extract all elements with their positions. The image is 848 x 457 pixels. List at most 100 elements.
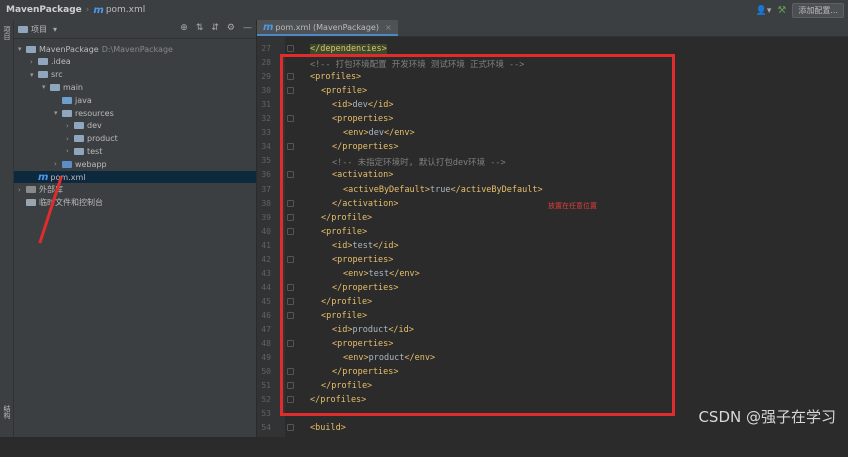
- folder-icon: [74, 135, 84, 143]
- tree-item-label: main: [63, 82, 83, 92]
- left-tool-strip: 项目 结构: [0, 20, 14, 437]
- line-number: 41: [261, 240, 271, 250]
- project-view-icon: [18, 25, 28, 33]
- chevron-icon[interactable]: ›: [30, 58, 38, 66]
- chevron-down-icon[interactable]: ▾: [53, 25, 57, 34]
- chevron-icon[interactable]: ›: [66, 147, 74, 155]
- line-number: 39: [261, 212, 271, 222]
- project-panel-title[interactable]: 项目: [31, 24, 47, 35]
- folder-icon: [38, 71, 48, 79]
- line-number: 33: [261, 128, 271, 138]
- line-number: 37: [261, 184, 271, 194]
- line-number: 34: [261, 142, 271, 152]
- line-number: 42: [261, 254, 271, 264]
- tree-item[interactable]: › webapp: [54, 158, 107, 170]
- line-number: 48: [261, 339, 271, 349]
- tree-item-path: D:\MavenPackage: [101, 44, 173, 54]
- chevron-icon[interactable]: ▾: [30, 71, 38, 79]
- add-configuration-button[interactable]: 添加配置...: [792, 3, 844, 18]
- annotation-text: 放置在任意位置: [548, 202, 597, 210]
- line-number: 27: [261, 44, 271, 53]
- tree-item[interactable]: › product: [66, 133, 118, 145]
- highlight-box: [280, 54, 675, 416]
- scratch-icon: [26, 199, 36, 207]
- chevron-icon[interactable]: ›: [54, 160, 62, 168]
- maven-icon: m: [93, 4, 104, 16]
- tree-item[interactable]: › .idea: [30, 56, 71, 68]
- code-line: <build>: [310, 423, 346, 434]
- folder-icon: [74, 147, 84, 155]
- breadcrumb-separator: ›: [85, 5, 90, 15]
- line-number: 51: [261, 381, 271, 391]
- tab-pom-xml[interactable]: m pom.xml (MavenPackage) ×: [257, 20, 398, 36]
- line-number: 35: [261, 156, 271, 166]
- tree-item[interactable]: ▾ main: [42, 81, 83, 93]
- folder-icon: [38, 58, 48, 66]
- folder-icon: [74, 122, 84, 130]
- folder-icon: [62, 160, 72, 168]
- folder-icon: [62, 96, 72, 104]
- build-hammer-icon[interactable]: ⚒: [777, 5, 786, 16]
- tree-item[interactable]: java: [54, 94, 92, 106]
- line-number: 29: [261, 72, 271, 82]
- tree-item[interactable]: › dev: [66, 120, 102, 132]
- tree-item-label: java: [75, 95, 92, 105]
- line-number: 52: [261, 395, 271, 405]
- line-number: 32: [261, 114, 271, 124]
- editor-tab-bar: m pom.xml (MavenPackage) ×: [257, 20, 848, 37]
- tree-item-label: test: [87, 146, 103, 156]
- code-line: </dependencies>: [310, 44, 387, 54]
- chevron-icon[interactable]: ›: [18, 186, 26, 194]
- breadcrumb: MavenPackage › m pom.xml: [6, 5, 145, 16]
- watermark: CSDN @强子在学习: [698, 408, 836, 426]
- breadcrumb-project[interactable]: MavenPackage: [6, 5, 82, 15]
- line-number: 54: [261, 423, 271, 433]
- tree-item-label: 临时文件和控制台: [39, 198, 103, 208]
- collapse-all-icon[interactable]: ⇵: [211, 23, 219, 33]
- gear-icon[interactable]: ⚙: [227, 23, 235, 33]
- line-number: 53: [261, 409, 271, 419]
- folder-icon: [26, 45, 36, 53]
- line-number: 44: [261, 282, 271, 292]
- line-number: 47: [261, 325, 271, 334]
- folder-icon: [50, 83, 60, 91]
- line-number: 31: [261, 100, 271, 110]
- chevron-icon[interactable]: ›: [66, 135, 74, 143]
- locate-icon[interactable]: ⊕: [180, 23, 188, 33]
- line-number: 46: [261, 310, 271, 320]
- line-number: 43: [261, 268, 271, 278]
- chevron-icon[interactable]: ▾: [54, 109, 62, 117]
- tree-item-label: resources: [75, 108, 114, 118]
- chevron-icon[interactable]: ▾: [18, 45, 26, 53]
- maven-icon: m: [38, 171, 49, 183]
- project-panel-toolbar: ⊕ ⇅ ⇵ ⚙ —: [180, 23, 252, 33]
- tree-item[interactable]: ▾ MavenPackage D:\MavenPackage: [18, 43, 173, 55]
- line-number: 30: [261, 86, 271, 96]
- tree-item[interactable]: › test: [66, 145, 102, 157]
- library-icon: [26, 186, 36, 194]
- tree-item-label: src: [51, 70, 63, 80]
- expand-all-icon[interactable]: ⇅: [196, 23, 204, 33]
- title-bar: MavenPackage › m pom.xml 👤▾ ⚒ 添加配置...: [0, 0, 848, 21]
- chevron-icon[interactable]: ›: [66, 122, 74, 130]
- tree-item-label: pom.xml: [50, 172, 86, 182]
- tree-item[interactable]: ▾ resources: [54, 107, 114, 119]
- user-icon[interactable]: 👤▾: [756, 6, 772, 16]
- tree-item[interactable]: ▾ src: [30, 69, 63, 81]
- breadcrumb-file[interactable]: pom.xml: [106, 5, 145, 15]
- tree-item-label: webapp: [75, 159, 107, 169]
- line-number: 45: [261, 296, 271, 306]
- folder-icon: [62, 109, 72, 117]
- project-tool-button[interactable]: 项目: [2, 26, 12, 40]
- editor-scrollbar[interactable]: [840, 57, 848, 457]
- tree-item-label: dev: [87, 121, 102, 131]
- tree-item[interactable]: 临时文件和控制台: [18, 197, 103, 209]
- fold-marker-icon[interactable]: [287, 424, 294, 432]
- close-icon[interactable]: ×: [385, 23, 392, 32]
- hide-icon[interactable]: —: [243, 23, 252, 33]
- fold-marker-icon[interactable]: [287, 45, 294, 52]
- tab-label: pom.xml (MavenPackage): [275, 22, 379, 32]
- project-panel-header: 项目 ▾ ⊕ ⇅ ⇵ ⚙ —: [14, 20, 256, 39]
- chevron-icon[interactable]: ▾: [42, 83, 50, 91]
- structure-tool-button[interactable]: 结构: [2, 405, 12, 419]
